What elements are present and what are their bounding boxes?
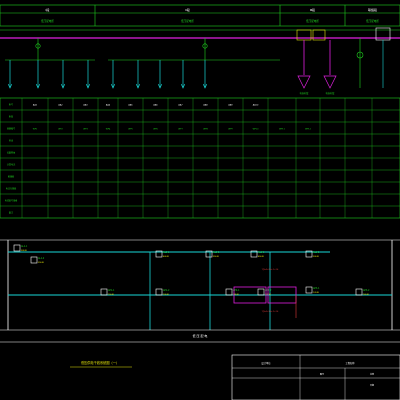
table-row-label: 柜型 (9, 115, 13, 119)
distribution-box (155, 288, 163, 296)
distribution-box-id: AP1-2 (163, 289, 170, 292)
table-row-label: 设备容量 (7, 151, 15, 155)
circuit-code: WP7 (178, 129, 183, 131)
table-row-label: 柜号 (9, 103, 13, 107)
distribution-box-capacity: 20kW (163, 294, 169, 296)
distribution-box-id: AP3-1 (313, 287, 320, 290)
circuit-code: WP6 (153, 129, 158, 131)
title-block-drawing-no: 图号 (320, 372, 324, 376)
panel-code: AA7 (178, 104, 183, 107)
footer-label: 低 压 配 电 (193, 333, 208, 338)
distribution-box (355, 288, 363, 296)
title-block-scale: 比例 (370, 372, 374, 376)
panel-code: AA5 (128, 104, 133, 107)
table-row-label: 用途 (9, 139, 13, 143)
cable-note: YJV-4×25+1×16 (262, 268, 279, 271)
header-subtitle: 低压配电柜 (306, 19, 319, 23)
table-row-label: 回路编号 (7, 127, 15, 131)
table-row-label: 计算电流 (7, 163, 15, 167)
distribution-box-id: AL2-1 (163, 251, 170, 254)
header-frame (0, 4, 400, 27)
distribution-box (305, 286, 313, 294)
distribution-box (225, 288, 233, 296)
distribution-box (13, 244, 21, 252)
cad-drawing-canvas: Ⅰ段低压配电柜 Ⅱ段低压配电柜 Ⅲ段低压配电柜 联络段低压配电柜电容补偿 电容补偿柜号柜… (0, 4, 400, 400)
capacitor-symbol-2 (323, 75, 337, 89)
distribution-box-capacity: 45kW (258, 256, 264, 258)
distribution-box-id: AL1-2 (38, 257, 45, 260)
panel-code: AA8 (203, 104, 208, 107)
title-block-company: 设计单位 (261, 361, 271, 365)
distribution-box (257, 288, 265, 296)
distribution-box-id: AL1-1 (21, 245, 28, 248)
table-row-label: 电缆型号规格 (5, 199, 18, 203)
circuit-code: WP9 (228, 129, 233, 131)
header-subtitle: 低压配电柜 (41, 19, 54, 23)
panel-code: AA10 (253, 104, 259, 107)
distribution-box-capacity: 12kW (313, 292, 319, 294)
distribution-box-id: AL3-1 (258, 251, 265, 254)
circuit-code: WP10 (253, 129, 259, 131)
distribution-box-capacity: 30kW (21, 250, 27, 252)
distribution-box-id: AP3-2 (363, 289, 370, 292)
capacitor-symbol-1 (297, 75, 311, 89)
table-row-label: 断路器 (8, 175, 15, 179)
distribution-box (30, 256, 38, 264)
circuit-code: WP3 (83, 129, 88, 131)
circuit-code: WP12 (305, 129, 311, 131)
equipment-label: 电容补偿 (300, 91, 310, 95)
distribution-box-id: AL3-2 (313, 251, 320, 254)
circuit-code: WP8 (203, 129, 208, 131)
panel-code: AA2 (58, 104, 63, 107)
header-subtitle: 低压配电柜 (366, 19, 379, 23)
title-block-date: 日期 (370, 383, 374, 387)
distribution-box-capacity: 16kW (363, 294, 369, 296)
distribution-box-capacity: 35kW (213, 256, 219, 258)
panel-code: AA1 (33, 104, 38, 107)
distribution-box-capacity: 40kW (163, 256, 169, 258)
panel-code: AA3 (83, 104, 88, 107)
header-section-label: Ⅲ段 (310, 7, 315, 12)
title-block-project: 工程名称 (345, 361, 355, 365)
cable-note: YJV-4×35+1×16 (262, 310, 279, 313)
header-subtitle: 低压配电柜 (181, 19, 194, 23)
circuit-code: WP4 (106, 129, 111, 131)
equipment-label: 电容补偿 (326, 91, 336, 95)
distribution-box (100, 288, 108, 296)
panel-code: AA9 (228, 104, 233, 107)
cad-linework: Ⅰ段低压配电柜 Ⅱ段低压配电柜 Ⅲ段低压配电柜 联络段低压配电柜电容补偿 电容补偿柜号柜… (0, 4, 400, 400)
table-row-label: 备注 (9, 211, 13, 215)
header-section-label: Ⅰ段 (46, 7, 50, 12)
drawing-title: 低压供电干线系统图（一） (81, 360, 119, 365)
circuit-code: WP1 (33, 129, 38, 131)
circuit-code: WP2 (58, 129, 63, 131)
panel-code: AA6 (153, 104, 158, 107)
circuit-code: WP5 (128, 129, 133, 131)
distribution-box-id: AL2-2 (213, 251, 220, 254)
header-section-label: 联络段 (368, 7, 377, 12)
header-section-label: Ⅱ段 (185, 7, 189, 12)
title-block (231, 354, 400, 400)
table-row-label: 电流互感器 (6, 187, 17, 191)
panel-code: AA4 (106, 104, 111, 107)
distribution-box-capacity: 15kW (108, 294, 114, 296)
distribution-box-capacity: 30kW (313, 256, 319, 258)
circuit-code: WP11 (279, 129, 285, 131)
distribution-box-id: AP1-1 (108, 289, 115, 292)
distribution-box-capacity: 25kW (38, 262, 44, 264)
